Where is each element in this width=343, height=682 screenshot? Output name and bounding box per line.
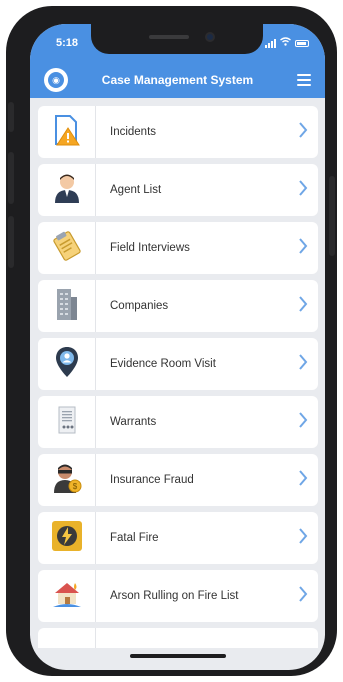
status-icons [265,37,309,49]
volume-up-button [8,152,14,204]
hamburger-menu-icon[interactable] [297,74,311,86]
warrant-document-icon [56,405,78,440]
chevron-right-icon [298,353,308,375]
chevron-right-icon [298,179,308,201]
menu-item-insurance-fraud[interactable]: $ Insurance Fraud [38,454,318,506]
notch [91,24,263,54]
chevron-right-icon [298,295,308,317]
menu-item-companies[interactable]: Companies [38,280,318,332]
menu-item-label: Agent List [110,184,162,196]
menu-item-label: Insurance Fraud [110,474,194,486]
chevron-right-icon [298,411,308,433]
menu-item-partial[interactable] [38,628,318,648]
power-button [329,176,335,256]
battery-icon [295,39,309,47]
chevron-right-icon [298,469,308,491]
menu-item-fatal-fire[interactable]: Fatal Fire [38,512,318,564]
signal-icon [265,38,276,48]
agent-icon [53,173,81,208]
burning-house-icon [51,579,83,614]
wifi-icon [280,37,291,49]
chevron-right-icon [298,121,308,143]
chevron-right-icon [298,527,308,549]
menu-list: Incidents Agent List Field Interviews Co… [38,106,318,654]
svg-text:$: $ [72,482,77,491]
front-camera [205,32,215,42]
menu-item-label: Companies [110,300,169,312]
thief-icon: $ [51,462,83,499]
speaker-grille [149,35,189,39]
menu-item-evidence-room-visit[interactable]: Evidence Room Visit [38,338,318,390]
menu-item-label: Warrants [110,416,157,428]
menu-item-field-interviews[interactable]: Field Interviews [38,222,318,274]
chevron-right-icon [298,237,308,259]
menu-item-arson-rulling[interactable]: Arson Rulling on Fire List [38,570,318,622]
home-indicator[interactable] [130,654,226,658]
menu-item-label: Incidents [110,126,157,138]
building-icon [55,287,79,326]
warning-document-icon [52,114,82,151]
menu-item-label: Arson Rulling on Fire List [110,590,239,602]
menu-item-label: Fatal Fire [110,532,159,544]
menu-item-warrants[interactable]: Warrants [38,396,318,448]
status-time: 5:18 [56,37,79,49]
mute-switch [8,102,14,132]
page-title: Case Management System [101,73,254,87]
menu-item-label: Field Interviews [110,242,190,254]
volume-down-button [8,216,14,268]
phone-frame: 5:18 ◉ Case Management System Incidents [6,6,337,676]
menu-item-agent-list[interactable]: Agent List [38,164,318,216]
menu-item-incidents[interactable]: Incidents [38,106,318,158]
screen: 5:18 ◉ Case Management System Incidents [30,24,325,670]
chevron-right-icon [298,585,308,607]
menu-item-label: Evidence Room Visit [110,358,216,370]
clipboard-icon [51,230,83,267]
fire-icon [51,520,83,557]
location-pin-icon [55,346,79,383]
